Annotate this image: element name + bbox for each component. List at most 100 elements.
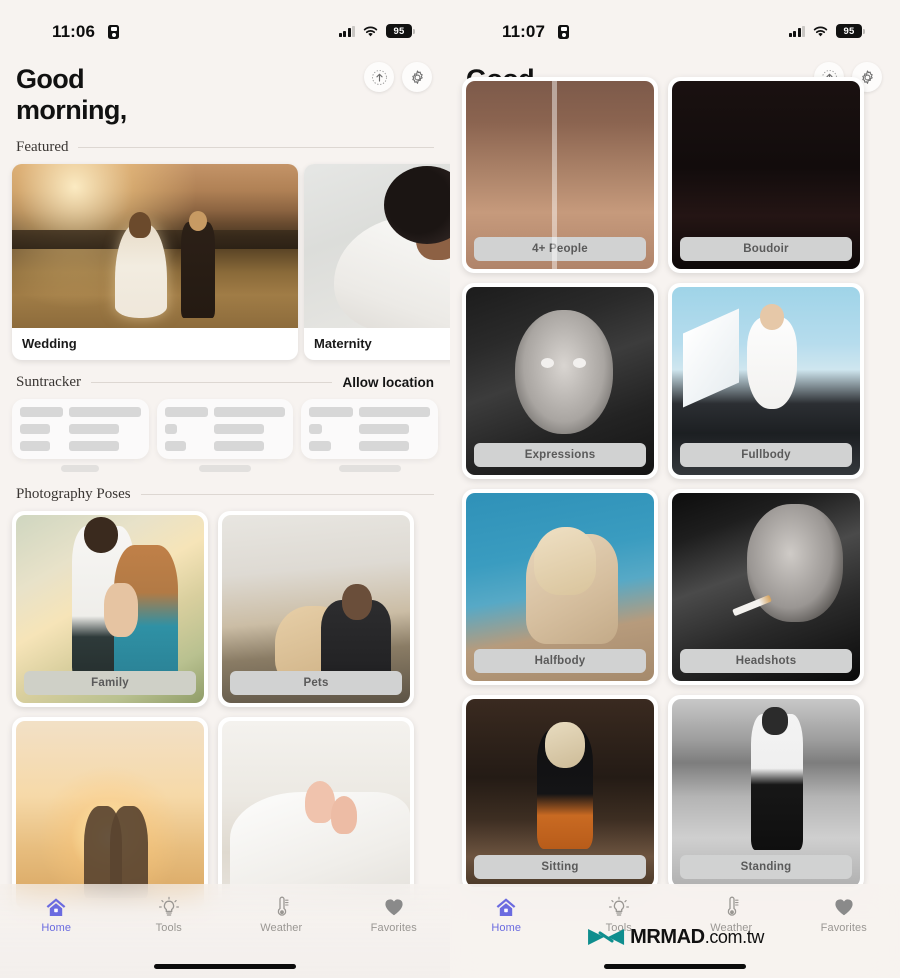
suntracker-skeleton-row — [0, 399, 450, 459]
heart-icon — [385, 899, 403, 916]
headshots-photo: Headshots — [672, 493, 860, 681]
expressions-photo: Expressions — [466, 287, 654, 475]
tab-tools[interactable]: Tools — [113, 896, 226, 934]
pose-card-4-people[interactable]: 4+ People — [462, 77, 658, 273]
featured-card-label: Wedding — [22, 336, 77, 351]
suntracker-title: Suntracker — [16, 374, 81, 390]
pose-card-label: Sitting — [474, 855, 646, 879]
featured-card-maternity[interactable]: Maternity — [304, 164, 450, 360]
pose-card-expressions[interactable]: Expressions — [462, 283, 658, 479]
watermark-brand: MRMAD — [630, 925, 705, 948]
halfbody-photo: Halfbody — [466, 493, 654, 681]
featured-card-wedding[interactable]: Wedding — [12, 164, 298, 360]
status-bar-right: 11:07 95 — [450, 0, 900, 52]
tab-label: Home — [41, 922, 72, 934]
pose-card-boudoir[interactable]: Boudoir — [668, 77, 864, 273]
divider — [90, 382, 333, 383]
home-indicator — [154, 964, 296, 969]
featured-title: Featured — [16, 139, 69, 155]
tab-label: Tools — [155, 922, 182, 934]
group-photo: 4+ People — [466, 81, 654, 269]
watermark-text: MRMAD.com.tw — [630, 926, 764, 949]
tab-favorites[interactable]: Favorites — [338, 896, 451, 934]
suntracker-section-header: Suntracker Allow location — [0, 374, 450, 391]
cellular-signal-icon — [338, 25, 355, 37]
status-time: 11:06 — [52, 22, 96, 41]
tab-bar-left[interactable]: Home Tools Weather Favorites — [0, 884, 450, 978]
cellular-signal-icon — [788, 25, 805, 37]
battery-indicator: 95 — [386, 24, 415, 38]
boudoir-photo: Boudoir — [672, 81, 860, 269]
suntracker-placeholder-card — [156, 399, 294, 459]
pose-card-halfbody[interactable]: Halfbody — [462, 489, 658, 685]
home-icon — [496, 898, 516, 916]
lightbulb-icon — [608, 896, 629, 916]
wifi-icon — [813, 26, 828, 36]
pose-card-label: Headshots — [680, 649, 852, 673]
watermark-suffix: .com.tw — [704, 926, 765, 947]
fullbody-photo: Fullbody — [672, 287, 860, 475]
status-bar-left: 11:06 95 — [0, 0, 450, 52]
tab-favorites[interactable]: Favorites — [788, 896, 900, 934]
pose-card-headshots[interactable]: Headshots — [668, 489, 864, 685]
pose-card-label: Halfbody — [474, 649, 646, 673]
suntracker-placeholder-card — [12, 399, 149, 459]
poses-section-header: Photography Poses — [0, 486, 450, 503]
status-indicators: 95 — [788, 24, 865, 38]
divider — [140, 494, 434, 495]
pose-card-label: Boudoir — [680, 237, 852, 261]
pose-card-label: 4+ People — [474, 237, 646, 261]
thermometer-icon — [278, 896, 289, 916]
pose-card-label: Expressions — [474, 443, 646, 467]
left-phone-screen: 11:06 95 Good morning, Featured Wedding … — [0, 0, 450, 978]
home-icon — [46, 898, 66, 916]
pose-card-standing[interactable]: Standing — [668, 695, 864, 891]
divider — [78, 147, 434, 148]
screenshot-stage: 11:06 95 Good morning, Featured Wedding … — [0, 0, 900, 978]
battery-indicator: 95 — [836, 24, 865, 38]
couple-sunset-photo — [16, 721, 204, 909]
recording-indicator-icon — [108, 25, 119, 39]
tab-label: Home — [491, 922, 522, 934]
tab-home[interactable]: Home — [0, 896, 113, 934]
heart-icon — [835, 899, 853, 916]
pets-photo: Pets — [222, 515, 410, 703]
pose-grid-right[interactable]: 4+ People Boudoir Expressions Fullbody H… — [450, 77, 900, 891]
pose-card-pets[interactable]: Pets — [218, 511, 414, 707]
settings-button[interactable] — [402, 62, 432, 92]
suntracker-placeholder-card — [301, 399, 439, 459]
pose-card-label: Fullbody — [680, 443, 852, 467]
featured-section-header: Featured — [0, 139, 450, 156]
tab-home[interactable]: Home — [450, 896, 563, 934]
recording-indicator-icon — [558, 25, 569, 39]
allow-location-button[interactable]: Allow location — [342, 375, 434, 390]
status-time: 11:07 — [502, 22, 546, 41]
pose-card-label: Family — [24, 671, 196, 695]
tab-weather[interactable]: Weather — [225, 896, 338, 934]
standing-photo: Standing — [672, 699, 860, 887]
home-indicator — [604, 964, 746, 969]
newborn-photo — [222, 721, 410, 909]
poses-title: Photography Poses — [16, 486, 131, 502]
featured-card-label: Maternity — [314, 336, 372, 351]
pose-card-family[interactable]: Family — [12, 511, 208, 707]
header-left: Good morning, — [0, 52, 450, 125]
pose-card-fullbody[interactable]: Fullbody — [668, 283, 864, 479]
featured-carousel[interactable]: Wedding Maternity — [0, 164, 450, 360]
tab-label: Favorites — [370, 922, 417, 934]
mrmad-bowtie-logo-icon — [588, 929, 625, 945]
tab-label: Weather — [260, 922, 303, 934]
pose-card-sitting[interactable]: Sitting — [462, 695, 658, 891]
share-button[interactable] — [364, 62, 394, 92]
site-watermark: MRMAD.com.tw — [586, 924, 764, 950]
wedding-photo — [12, 164, 298, 328]
wifi-icon — [363, 26, 378, 36]
maternity-photo — [304, 164, 450, 328]
status-indicators: 95 — [338, 24, 415, 38]
family-photo: Family — [16, 515, 204, 703]
right-phone-screen: 11:07 95 Good morning, — [450, 0, 900, 978]
pose-grid-left[interactable]: Family Pets — [0, 511, 450, 913]
tab-label: Favorites — [820, 922, 867, 934]
sitting-photo: Sitting — [466, 699, 654, 887]
gear-icon — [411, 69, 423, 84]
